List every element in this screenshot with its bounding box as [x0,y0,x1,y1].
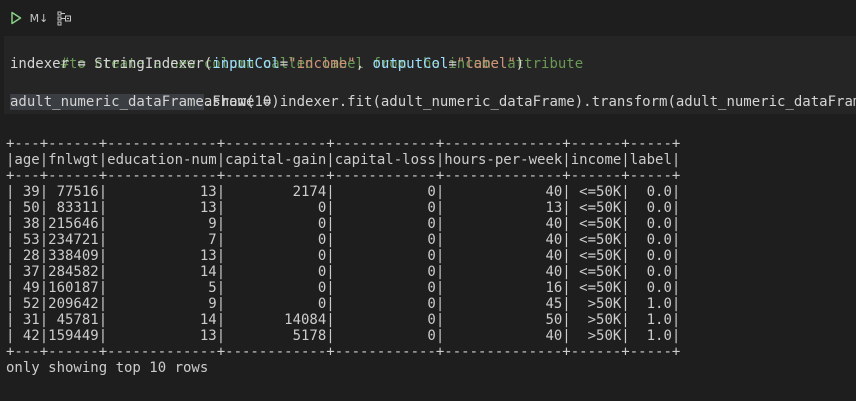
table-border: +---+------+-------------+------------+-… [6,136,681,152]
table-row: | 31| 45781| 14| 14084| 0| 50| >50K| 1.0… [6,312,681,328]
code-line-3: adult_numeric_dataFrame = indexer.fit(ad… [10,74,856,110]
table-border: +---+------+-------------+------------+-… [6,168,681,184]
code-editor[interactable]: #to create a new column called label fro… [4,36,856,114]
play-icon [11,11,22,25]
output-footer-text: only showing top 10 rows [6,360,209,376]
cell-toolbar: M↓ [0,0,856,36]
table-row: | 50| 83311| 13| 0| 0| 13| <=50K| 0.0| [6,200,681,216]
code-text: ) [515,56,525,72]
table-row: | 53|234721| 7| 0| 0| 40| <=50K| 0.0| [6,232,681,248]
code-line-1: #to create a new column called label fro… [10,36,584,72]
code-text: indexer = StringIndexer( [10,56,213,72]
markdown-toggle-button[interactable]: M↓ [29,9,49,27]
code-selection-highlight: adult_numeric_dataFrame [10,94,204,110]
code-line-2: indexer = StringIndexer(inputCol="income… [10,55,524,74]
code-parameter: outputCol [372,56,449,72]
table-row: | 52|209642| 9| 0| 0| 45| >50K| 1.0| [6,296,681,312]
code-operator: = [448,56,457,72]
notebook-cell: M↓ #to create a new column called label … [0,0,856,401]
table-row: | 49|160187| 5| 0| 0| 16| <=50K| 0.0| [6,280,681,296]
table-row: | 37|284582| 14| 0| 0| 40| <=50K| 0.0| [6,264,681,280]
code-text: .show(10) [203,94,280,110]
table-row: | 42|159449| 13| 5178| 0| 40| >50K| 1.0| [6,328,681,344]
code-string: "label" [456,56,516,72]
code-text: , [355,56,373,72]
variable-explorer-icon [57,11,71,26]
run-cell-button[interactable] [8,9,24,27]
variable-explorer-button[interactable] [55,9,73,27]
code-operator: = [279,56,289,72]
table-border: +---+------+-------------+------------+-… [6,344,681,360]
code-string: "income" [288,56,356,72]
table-row: | 39| 77516| 13| 2174| 0| 40| <=50K| 0.0… [6,184,681,200]
table-header: |age|fnlwgt|education-num|capital-gain|c… [6,152,681,168]
code-parameter: inputCol [212,56,280,72]
table-row: | 28|338409| 13| 0| 0| 40| <=50K| 0.0| [6,248,681,264]
table-row: | 38|215646| 9| 0| 0| 40| <=50K| 0.0| [6,216,681,232]
cell-output-table: +---+------+-------------+------------+-… [6,136,851,360]
code-line-4: adult_numeric_dataFrame.show(10) [10,93,280,112]
